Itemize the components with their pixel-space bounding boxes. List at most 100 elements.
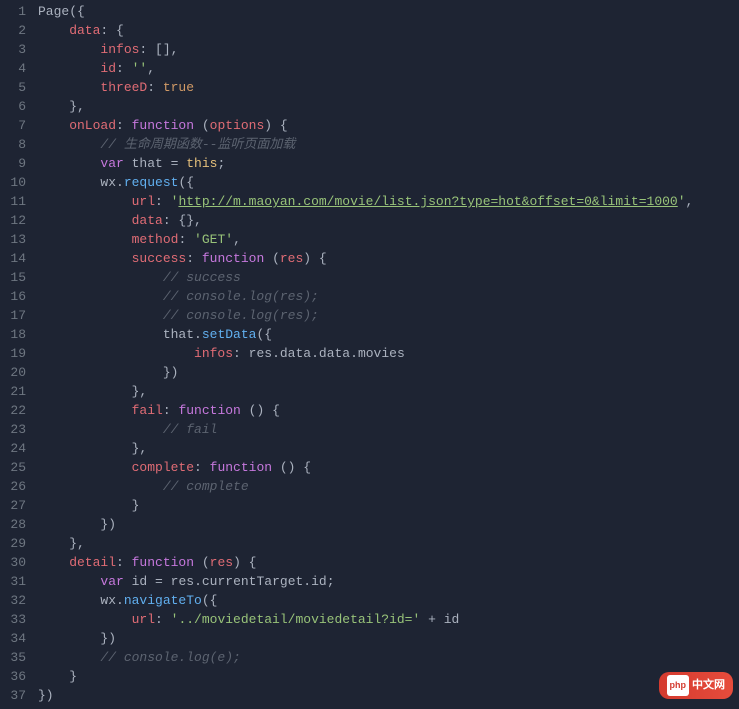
token-punct: },: [38, 99, 85, 114]
code-line[interactable]: url: 'http://m.maoyan.com/movie/list.jso…: [38, 192, 739, 211]
token-prop: onLoad: [38, 118, 116, 133]
token-comment: // success: [38, 270, 241, 285]
code-line[interactable]: // success: [38, 268, 739, 287]
token-keyword: function: [210, 460, 272, 475]
code-line[interactable]: data: {},: [38, 211, 739, 230]
token-punct: +: [420, 612, 443, 627]
badge-icon: php: [667, 675, 690, 696]
token-punct: =: [171, 156, 187, 171]
code-line[interactable]: data: {: [38, 21, 739, 40]
line-number: 9: [8, 154, 26, 173]
token-prop: fail: [38, 403, 163, 418]
token-punct: : {: [100, 23, 123, 38]
line-number: 5: [8, 78, 26, 97]
code-line[interactable]: fail: function () {: [38, 401, 739, 420]
code-line[interactable]: Page({: [38, 2, 739, 21]
code-line[interactable]: },: [38, 382, 739, 401]
token-keyword: function: [132, 555, 194, 570]
token-punct: :: [163, 403, 179, 418]
code-line[interactable]: id: '',: [38, 59, 739, 78]
code-line[interactable]: method: 'GET',: [38, 230, 739, 249]
token-prop: success: [38, 251, 186, 266]
token-punct: (: [264, 251, 280, 266]
code-line[interactable]: var id = res.currentTarget.id;: [38, 572, 739, 591]
token-punct: : [],: [139, 42, 178, 57]
code-line[interactable]: }: [38, 667, 739, 686]
token-ident: id: [311, 574, 327, 589]
token-punct: ;: [217, 156, 225, 171]
token-punct: .: [194, 327, 202, 342]
token-punct: }): [38, 688, 54, 703]
token-prop: method: [38, 232, 178, 247]
code-line[interactable]: }): [38, 363, 739, 382]
token-punct: ;: [327, 574, 335, 589]
code-line[interactable]: }): [38, 515, 739, 534]
code-line[interactable]: // complete: [38, 477, 739, 496]
line-number: 26: [8, 477, 26, 496]
line-number: 22: [8, 401, 26, 420]
token-keyword: function: [132, 118, 194, 133]
token-ident: that: [124, 156, 171, 171]
token-punct: }: [38, 498, 139, 513]
code-line[interactable]: var that = this;: [38, 154, 739, 173]
code-line[interactable]: },: [38, 97, 739, 116]
code-line[interactable]: threeD: true: [38, 78, 739, 97]
token-comment: // console.log(res);: [38, 308, 319, 323]
code-content[interactable]: Page({ data: { infos: [], id: '', threeD…: [38, 0, 739, 709]
line-number: 18: [8, 325, 26, 344]
token-prop: url: [38, 612, 155, 627]
token-punct: }: [38, 669, 77, 684]
code-line[interactable]: url: '../moviedetail/moviedetail?id=' + …: [38, 610, 739, 629]
code-line[interactable]: onLoad: function (options) {: [38, 116, 739, 135]
token-string: '': [132, 61, 148, 76]
badge-text: 中文网: [692, 676, 725, 695]
token-punct: }): [38, 365, 178, 380]
line-number: 31: [8, 572, 26, 591]
code-line[interactable]: }): [38, 629, 739, 648]
token-ident: Page: [38, 4, 69, 19]
token-punct: ) {: [233, 555, 256, 570]
token-param: options: [210, 118, 265, 133]
token-url: http://m.maoyan.com/movie/list.json?type…: [178, 194, 677, 209]
token-func: request: [124, 175, 179, 190]
code-line[interactable]: },: [38, 534, 739, 553]
token-ident: data: [280, 346, 311, 361]
token-prop: url: [38, 194, 155, 209]
line-number: 29: [8, 534, 26, 553]
token-punct: },: [38, 384, 147, 399]
code-line[interactable]: }: [38, 496, 739, 515]
token-punct: :: [233, 346, 249, 361]
code-line[interactable]: },: [38, 439, 739, 458]
token-prop: data: [38, 213, 163, 228]
line-number: 12: [8, 211, 26, 230]
code-line[interactable]: }): [38, 686, 739, 705]
code-line[interactable]: infos: [],: [38, 40, 739, 59]
code-line[interactable]: detail: function (res) {: [38, 553, 739, 572]
code-line[interactable]: // console.log(res);: [38, 287, 739, 306]
token-keyword: var: [38, 156, 124, 171]
code-line[interactable]: complete: function () {: [38, 458, 739, 477]
line-number: 35: [8, 648, 26, 667]
token-this: this: [186, 156, 217, 171]
code-editor[interactable]: 1234567891011121314151617181920212223242…: [0, 0, 739, 709]
token-keyword: function: [178, 403, 240, 418]
token-string: 'GET': [194, 232, 233, 247]
token-comment: // console.log(e);: [38, 650, 241, 665]
code-line[interactable]: success: function (res) {: [38, 249, 739, 268]
token-punct: :: [147, 80, 163, 95]
token-keyword: var: [38, 574, 124, 589]
line-number: 10: [8, 173, 26, 192]
token-punct: .: [194, 574, 202, 589]
code-line[interactable]: that.setData({: [38, 325, 739, 344]
code-line[interactable]: // console.log(e);: [38, 648, 739, 667]
code-line[interactable]: // 生命周期函数--监听页面加载: [38, 135, 739, 154]
line-number: 4: [8, 59, 26, 78]
code-line[interactable]: // console.log(res);: [38, 306, 739, 325]
token-punct: () {: [241, 403, 280, 418]
code-line[interactable]: wx.request({: [38, 173, 739, 192]
token-ident: currentTarget: [202, 574, 303, 589]
token-punct: :: [155, 194, 171, 209]
code-line[interactable]: infos: res.data.data.movies: [38, 344, 739, 363]
code-line[interactable]: wx.navigateTo({: [38, 591, 739, 610]
code-line[interactable]: // fail: [38, 420, 739, 439]
